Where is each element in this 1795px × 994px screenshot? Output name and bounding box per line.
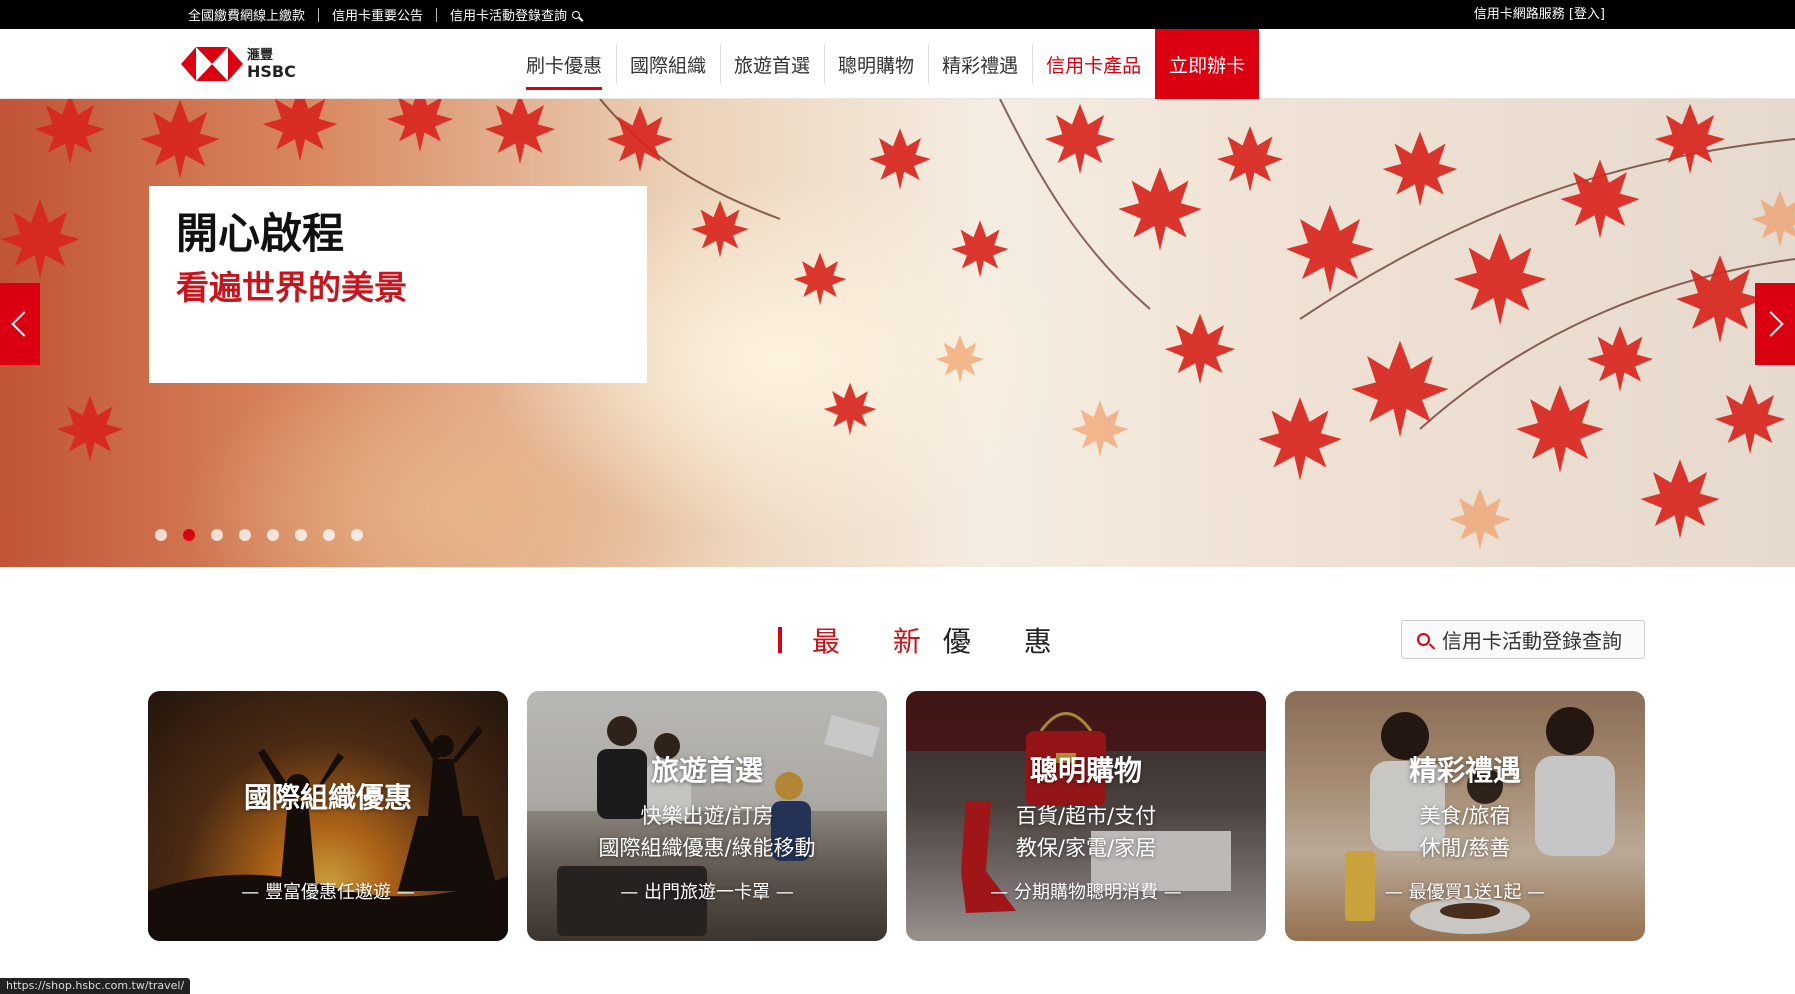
card-line-2: 教保/家電/家居	[1015, 836, 1157, 860]
utility-link-notice[interactable]: 信用卡重要公告	[319, 5, 436, 24]
offer-card-international[interactable]: 國際組織優惠 — 豐富優惠任遨遊 —	[148, 691, 508, 941]
logo-cn: 滙豐	[247, 47, 274, 63]
card-tagline: — 豐富優惠任遨遊 —	[241, 882, 415, 903]
register-button-label: 信用卡活動登錄查詢	[1442, 629, 1622, 653]
nav-item-card-offers[interactable]: 刷卡優惠	[512, 29, 616, 99]
offer-card-shopping[interactable]: 聰明購物 百貨/超市/支付 教保/家電/家居 — 分期購物聰明消費 —	[906, 691, 1266, 941]
utility-link-payment[interactable]: 全國繳費網線上繳款	[188, 5, 318, 24]
utility-links: 全國繳費網線上繳款 信用卡重要公告 信用卡活動登錄查詢	[188, 0, 593, 29]
card-tagline: — 最優買1送1起 —	[1384, 882, 1546, 903]
offer-card-privileges[interactable]: 精彩禮遇 美食/旅宿 休閒/慈善 — 最優買1送1起 —	[1285, 691, 1645, 941]
utility-link-register-query-label: 信用卡活動登錄查詢	[450, 9, 568, 24]
section-title: 最 新 優 惠	[778, 622, 1074, 658]
card-line-1: 百貨/超市/支付	[1015, 804, 1157, 828]
card-line-1: 快樂出遊/訂房	[640, 804, 774, 828]
main-nav: 刷卡優惠 國際組織 旅遊首選 聰明購物 精彩禮遇 信用卡產品 立即辦卡	[512, 29, 1260, 99]
carousel-dot[interactable]	[239, 529, 251, 541]
nav-item-shopping[interactable]: 聰明購物	[824, 29, 928, 99]
utility-link-register-query[interactable]: 信用卡活動登錄查詢	[437, 5, 593, 24]
hero-carousel[interactable]: 開心啟程 看遍世界的美景	[0, 99, 1795, 567]
hero-caption-card[interactable]: 開心啟程 看遍世界的美景	[149, 186, 647, 383]
main-header: 滙豐 HSBC 刷卡優惠 國際組織 旅遊首選 聰明購物 精彩禮遇 信用卡產品 立…	[0, 29, 1795, 99]
carousel-dot[interactable]	[267, 529, 279, 541]
card-tagline: — 分期購物聰明消費 —	[990, 882, 1182, 903]
top-utility-bar: 全國繳費網線上繳款 信用卡重要公告 信用卡活動登錄查詢 信用卡網路服務 [登入]	[0, 0, 1795, 29]
carousel-dot[interactable]	[183, 529, 195, 541]
nav-item-travel[interactable]: 旅遊首選	[720, 29, 824, 99]
card-title: 國際組織優惠	[243, 781, 412, 814]
hsbc-hexagon-icon	[181, 47, 243, 81]
card-title: 聰明購物	[1029, 754, 1142, 787]
card-title: 旅遊首選	[650, 754, 763, 787]
status-url: https://shop.hsbc.com.tw/travel/	[0, 978, 191, 994]
section-title-part1: 最 新	[812, 625, 943, 658]
carousel-dot[interactable]	[351, 529, 363, 541]
chevron-right-icon	[1758, 311, 1784, 337]
hsbc-logo[interactable]: 滙豐 HSBC	[181, 46, 301, 82]
hero-title: 開心啟程	[176, 209, 345, 258]
nav-item-international[interactable]: 國際組織	[616, 29, 720, 99]
carousel-dot[interactable]	[155, 529, 167, 541]
apply-now-button[interactable]: 立即辦卡	[1155, 29, 1260, 99]
nav-item-privileges[interactable]: 精彩禮遇	[928, 29, 1032, 99]
logo-en: HSBC	[247, 61, 296, 81]
logo-text: 滙豐 HSBC	[247, 49, 296, 80]
nav-item-card-products[interactable]: 信用卡產品	[1032, 29, 1155, 99]
search-icon	[572, 11, 581, 19]
card-line-2: 休閒/慈善	[1419, 836, 1511, 860]
login-link[interactable]: 信用卡網路服務 [登入]	[1474, 0, 1605, 29]
card-line-2: 國際組織優惠/綠能移動	[598, 836, 816, 860]
carousel-dots	[155, 529, 379, 541]
section-title-part2: 優 惠	[942, 625, 1074, 658]
carousel-prev-button[interactable]	[0, 283, 40, 365]
carousel-dot[interactable]	[295, 529, 307, 541]
card-title: 精彩禮遇	[1408, 754, 1521, 787]
hero-subtitle: 看遍世界的美景	[176, 268, 407, 308]
search-icon	[1417, 633, 1430, 646]
card-tagline: — 出門旅遊一卡罩 —	[620, 882, 794, 903]
title-accent-bar	[778, 627, 782, 653]
carousel-dot[interactable]	[211, 529, 223, 541]
card-line-1: 美食/旅宿	[1419, 804, 1511, 828]
chevron-left-icon	[11, 311, 37, 337]
offer-card-travel[interactable]: 旅遊首選 快樂出遊/訂房 國際組織優惠/綠能移動 — 出門旅遊一卡罩 —	[527, 691, 887, 941]
activity-register-query-button[interactable]: 信用卡活動登錄查詢	[1401, 620, 1645, 659]
carousel-dot[interactable]	[323, 529, 335, 541]
carousel-next-button[interactable]	[1755, 283, 1795, 365]
